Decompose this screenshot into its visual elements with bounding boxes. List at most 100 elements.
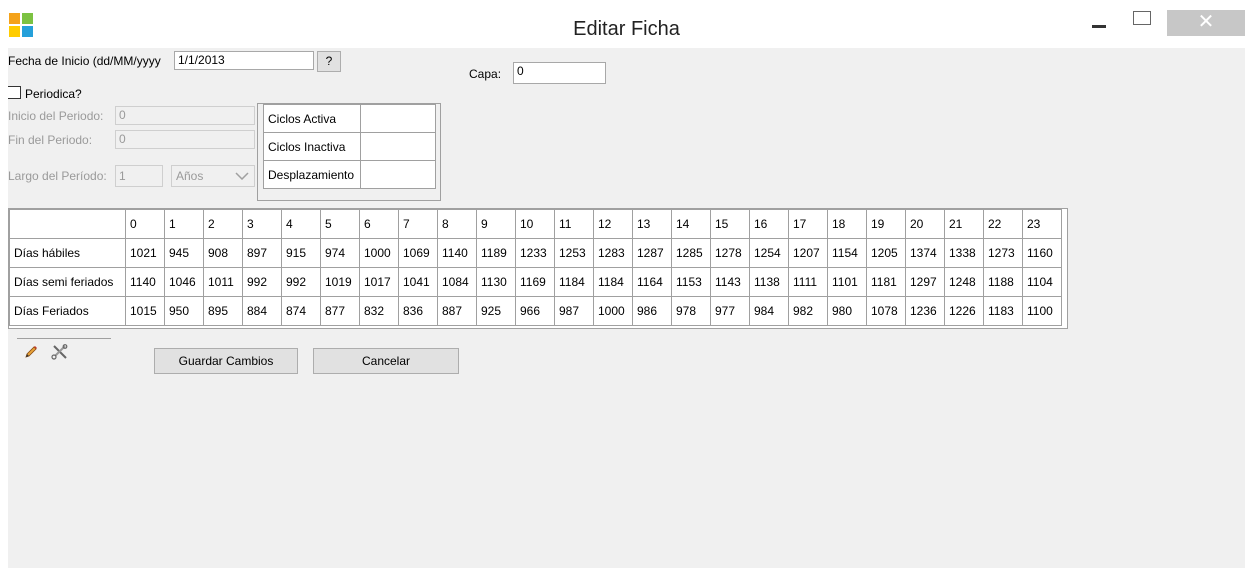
grid-cell[interactable]: 992 xyxy=(242,267,282,297)
grid-cell[interactable]: 874 xyxy=(281,296,321,326)
grid-cell[interactable]: 1138 xyxy=(749,267,789,297)
grid-cell[interactable]: 1111 xyxy=(788,267,828,297)
grid-cell[interactable]: 980 xyxy=(827,296,867,326)
save-changes-button[interactable]: Guardar Cambios xyxy=(154,348,298,374)
cycles-row-value[interactable] xyxy=(360,160,436,189)
grid-cell[interactable]: 1011 xyxy=(203,267,243,297)
maximize-button[interactable] xyxy=(1125,10,1155,36)
grid-cell[interactable]: 1104 xyxy=(1022,267,1062,297)
grid-cell[interactable]: 1189 xyxy=(476,238,516,268)
grid-cell[interactable]: 1273 xyxy=(983,238,1023,268)
grid-cell[interactable]: 897 xyxy=(242,238,282,268)
title-bar: Editar Ficha ✕ xyxy=(8,10,1245,48)
grid-cell[interactable]: 1183 xyxy=(983,296,1023,326)
grid-cell[interactable]: 1000 xyxy=(359,238,399,268)
period-start-input[interactable]: 0 xyxy=(115,106,255,125)
grid-cell[interactable]: 1046 xyxy=(164,267,204,297)
grid-cell[interactable]: 966 xyxy=(515,296,555,326)
grid-cell[interactable]: 1205 xyxy=(866,238,906,268)
grid-cell[interactable]: 884 xyxy=(242,296,282,326)
grid-cell[interactable]: 1184 xyxy=(593,267,633,297)
period-end-input[interactable]: 0 xyxy=(115,130,255,149)
grid-cell[interactable]: 1169 xyxy=(515,267,555,297)
grid-cell[interactable]: 1153 xyxy=(671,267,711,297)
grid-cell[interactable]: 1254 xyxy=(749,238,789,268)
grid-cell[interactable]: 1253 xyxy=(554,238,594,268)
grid-cell[interactable]: 1236 xyxy=(905,296,945,326)
cycles-row-value[interactable] xyxy=(360,132,436,161)
grid-column-header: 8 xyxy=(437,209,477,239)
grid-cell[interactable]: 1285 xyxy=(671,238,711,268)
grid-cell[interactable]: 1140 xyxy=(125,267,165,297)
grid-cell[interactable]: 832 xyxy=(359,296,399,326)
grid-cell[interactable]: 1248 xyxy=(944,267,984,297)
grid-cell[interactable]: 1084 xyxy=(437,267,477,297)
start-date-input[interactable]: 1/1/2013 xyxy=(174,51,314,70)
edit-pencil-icon[interactable] xyxy=(23,344,39,360)
grid-cell[interactable]: 1278 xyxy=(710,238,750,268)
grid-cell[interactable]: 1207 xyxy=(788,238,828,268)
grid-cell[interactable]: 895 xyxy=(203,296,243,326)
grid-cell[interactable]: 1233 xyxy=(515,238,555,268)
grid-cell[interactable]: 984 xyxy=(749,296,789,326)
grid-column-header: 12 xyxy=(593,209,633,239)
grid-cell[interactable]: 1160 xyxy=(1022,238,1062,268)
grid-cell[interactable]: 1017 xyxy=(359,267,399,297)
grid-cell[interactable]: 1226 xyxy=(944,296,984,326)
grid-column-header: 5 xyxy=(320,209,360,239)
grid-cell[interactable]: 836 xyxy=(398,296,438,326)
grid-cell[interactable]: 992 xyxy=(281,267,321,297)
grid-cell[interactable]: 1041 xyxy=(398,267,438,297)
grid-cell[interactable]: 925 xyxy=(476,296,516,326)
grid-cell[interactable]: 1069 xyxy=(398,238,438,268)
cancel-button[interactable]: Cancelar xyxy=(313,348,459,374)
grid-column-header: 6 xyxy=(359,209,399,239)
grid-cell[interactable]: 977 xyxy=(710,296,750,326)
grid-cell[interactable]: 978 xyxy=(671,296,711,326)
grid-corner-cell xyxy=(9,209,126,239)
grid-cell[interactable]: 1143 xyxy=(710,267,750,297)
grid-cell[interactable]: 1019 xyxy=(320,267,360,297)
grid-cell[interactable]: 1297 xyxy=(905,267,945,297)
tools-icon[interactable] xyxy=(51,344,69,360)
grid-cell[interactable]: 915 xyxy=(281,238,321,268)
grid-cell[interactable]: 908 xyxy=(203,238,243,268)
grid-cell[interactable]: 877 xyxy=(320,296,360,326)
grid-cell[interactable]: 1287 xyxy=(632,238,672,268)
grid-column-header: 14 xyxy=(671,209,711,239)
periodic-checkbox[interactable] xyxy=(8,86,21,99)
close-button[interactable]: ✕ xyxy=(1167,10,1245,36)
grid-row: Días semi feriados 1140 1046 1011 992 992 1019… xyxy=(9,267,1062,297)
grid-cell[interactable]: 1100 xyxy=(1022,296,1062,326)
grid-cell[interactable]: 1101 xyxy=(827,267,867,297)
layer-input[interactable]: 0 xyxy=(513,62,606,84)
grid-cell[interactable]: 1188 xyxy=(983,267,1023,297)
grid-cell[interactable]: 950 xyxy=(164,296,204,326)
grid-cell[interactable]: 986 xyxy=(632,296,672,326)
period-unit-select[interactable]: Años xyxy=(171,165,255,187)
grid-column-header: 2 xyxy=(203,209,243,239)
grid-cell[interactable]: 1283 xyxy=(593,238,633,268)
grid-cell[interactable]: 1015 xyxy=(125,296,165,326)
grid-cell[interactable]: 945 xyxy=(164,238,204,268)
grid-cell[interactable]: 987 xyxy=(554,296,594,326)
grid-cell[interactable]: 1000 xyxy=(593,296,633,326)
grid-cell[interactable]: 1164 xyxy=(632,267,672,297)
grid-column-header: 1 xyxy=(164,209,204,239)
cycles-row-value[interactable] xyxy=(360,104,436,133)
grid-cell[interactable]: 1078 xyxy=(866,296,906,326)
grid-cell[interactable]: 1181 xyxy=(866,267,906,297)
grid-cell[interactable]: 1130 xyxy=(476,267,516,297)
grid-cell[interactable]: 1184 xyxy=(554,267,594,297)
minimize-button[interactable] xyxy=(1083,10,1113,36)
grid-cell[interactable]: 1140 xyxy=(437,238,477,268)
grid-cell[interactable]: 887 xyxy=(437,296,477,326)
grid-cell[interactable]: 974 xyxy=(320,238,360,268)
period-length-input[interactable]: 1 xyxy=(115,165,163,187)
help-button[interactable]: ? xyxy=(317,51,341,72)
grid-cell[interactable]: 1338 xyxy=(944,238,984,268)
grid-cell[interactable]: 982 xyxy=(788,296,828,326)
grid-cell[interactable]: 1374 xyxy=(905,238,945,268)
grid-cell[interactable]: 1021 xyxy=(125,238,165,268)
grid-cell[interactable]: 1154 xyxy=(827,238,867,268)
